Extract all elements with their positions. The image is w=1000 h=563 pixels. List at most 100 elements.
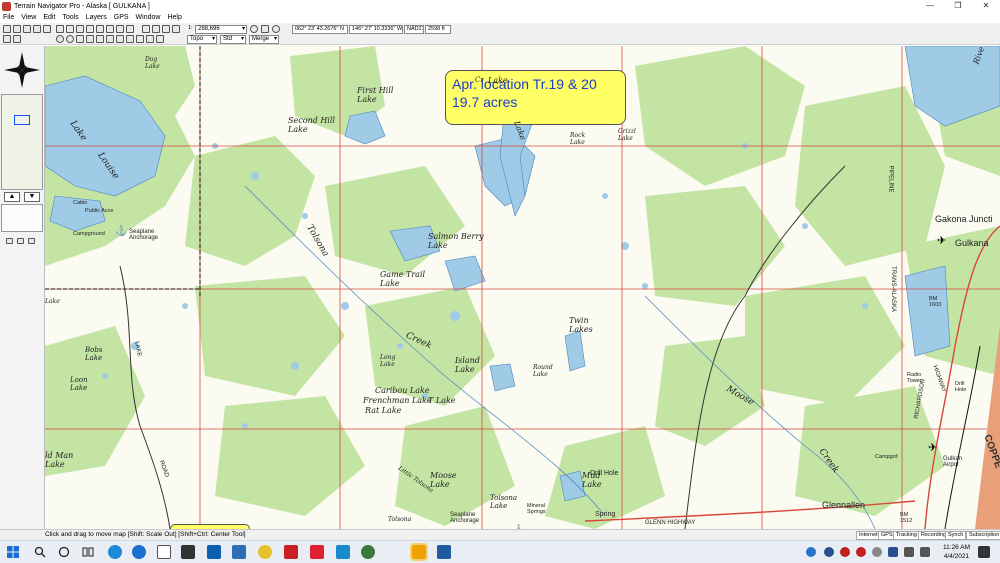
zoom-in-icon[interactable] (250, 25, 258, 33)
profile-icon[interactable] (96, 25, 104, 33)
map-canvas[interactable]: Apr. location Tr.19 & 20 19.7 acres Firs… (45, 46, 1000, 529)
quickbooks-icon[interactable] (310, 545, 324, 559)
label-bm-1603: BM 1603 (929, 296, 942, 308)
hand2-icon[interactable] (96, 35, 104, 43)
view-icon[interactable] (76, 35, 84, 43)
route-icon[interactable] (76, 25, 84, 33)
menu-gps[interactable]: GPS (114, 14, 129, 21)
menu-edit[interactable]: Edit (43, 14, 55, 21)
edge-icon[interactable] (108, 545, 122, 559)
store-icon[interactable] (181, 545, 195, 559)
outlook-icon[interactable] (207, 545, 221, 559)
circle-icon[interactable] (116, 25, 124, 33)
people-icon[interactable] (806, 547, 816, 557)
window-icon[interactable] (13, 35, 21, 43)
word-icon[interactable] (232, 545, 246, 559)
eraser-icon[interactable] (126, 25, 134, 33)
taskbar: 11:26 AM 4/4/2021 (0, 540, 1000, 563)
area-icon[interactable] (106, 25, 114, 33)
style-select[interactable]: Std (220, 35, 246, 44)
overview-map[interactable] (1, 94, 43, 190)
tray-5-icon[interactable] (888, 547, 898, 557)
measure-icon[interactable] (146, 35, 154, 43)
toolbar: 1: 288,696 062° 23' 43.2676" N 146° 27' … (0, 23, 1000, 45)
tray-1-icon[interactable] (824, 547, 834, 557)
tray-2-icon[interactable] (840, 547, 850, 557)
panel-tool-2-icon[interactable] (17, 238, 24, 244)
blend-select[interactable]: Merge (249, 35, 279, 44)
tray-6-icon[interactable] (904, 547, 914, 557)
zoom-in-small-icon[interactable] (56, 35, 64, 43)
scale-select[interactable]: 288,696 (195, 25, 247, 34)
globe-icon[interactable] (361, 545, 375, 559)
label-gulkana: Gulkana (955, 238, 989, 248)
task-view-icon[interactable] (81, 545, 95, 559)
label-gakona-junction: Gakona Juncti (935, 214, 993, 224)
search-icon[interactable] (33, 545, 47, 559)
layer-icon[interactable] (142, 25, 150, 33)
print-icon[interactable] (43, 25, 51, 33)
tray-3-icon[interactable] (856, 547, 866, 557)
text-tool-icon[interactable] (86, 25, 94, 33)
label-campground: Campground (73, 231, 105, 237)
target-icon[interactable] (156, 35, 164, 43)
acrobat-icon[interactable] (284, 545, 298, 559)
clock-date: 4/4/2021 (943, 553, 970, 560)
select-tool-icon[interactable] (3, 25, 11, 33)
label-spring: Spring (595, 511, 616, 518)
menu-window[interactable]: Window (136, 14, 161, 21)
overview-frame[interactable] (14, 115, 30, 125)
label-island-lake: Island Lake (455, 356, 480, 374)
label-dog-lake: Dog Lake (145, 56, 160, 70)
layer2-icon[interactable] (152, 25, 160, 33)
save-icon[interactable] (33, 25, 41, 33)
cortana-icon[interactable] (57, 545, 71, 559)
zoom-icon[interactable] (66, 25, 74, 33)
grid-icon[interactable] (3, 35, 11, 43)
hand-icon[interactable] (86, 35, 94, 43)
fit-icon[interactable] (261, 25, 269, 33)
notifications-icon[interactable] (978, 546, 990, 558)
menu-tools[interactable]: Tools (62, 14, 78, 21)
waypoint-icon[interactable] (116, 35, 124, 43)
notepad-icon[interactable] (157, 545, 171, 559)
point-icon[interactable] (126, 35, 134, 43)
maximize-button[interactable]: ❐ (944, 0, 972, 12)
app-logo-icon (2, 1, 11, 11)
label-frenchman-lake: Frenchman Lake (363, 396, 432, 405)
volume-icon[interactable] (920, 547, 930, 557)
synch-indicator: Synch (945, 531, 967, 540)
tray-4-icon[interactable] (872, 547, 882, 557)
arrow-icon[interactable] (106, 35, 114, 43)
minimize-button[interactable]: — (916, 0, 944, 12)
start-button[interactable] (6, 545, 20, 559)
terrain-navigator-icon[interactable] (410, 543, 428, 561)
pan-tool-icon[interactable] (13, 25, 21, 33)
nav-up-button[interactable]: ▲ (4, 192, 20, 202)
panel-tool-3-icon[interactable] (28, 238, 35, 244)
label-round-lake: Round Lake (533, 364, 553, 378)
zoom-out-small-icon[interactable] (66, 35, 74, 43)
label-glenn-highway: GLENN HIGHWAY (645, 520, 696, 526)
flag-icon[interactable] (136, 35, 144, 43)
panel-tool-1-icon[interactable] (6, 238, 13, 244)
locator-map[interactable] (1, 204, 43, 232)
zoom-out-icon[interactable] (272, 25, 280, 33)
gear-icon[interactable] (23, 25, 31, 33)
map-type-select[interactable]: Topo (187, 35, 217, 44)
clock[interactable]: 11:26 AM 4/4/2021 (943, 543, 970, 561)
menu-file[interactable]: File (3, 14, 14, 21)
layer3-icon[interactable] (162, 25, 170, 33)
menu-layers[interactable]: Layers (86, 14, 107, 21)
chrome-icon[interactable] (132, 545, 146, 559)
airplane-icon: ✈ (937, 235, 947, 247)
layer4-icon[interactable] (172, 25, 180, 33)
amazon-icon[interactable] (336, 545, 350, 559)
menu-view[interactable]: View (21, 14, 36, 21)
marquee-icon[interactable] (56, 25, 64, 33)
menu-help[interactable]: Help (167, 14, 181, 21)
maps-icon[interactable] (258, 545, 272, 559)
photos-icon[interactable] (437, 545, 451, 559)
close-button[interactable]: ✕ (972, 0, 1000, 12)
nav-down-button[interactable]: ▼ (24, 192, 40, 202)
